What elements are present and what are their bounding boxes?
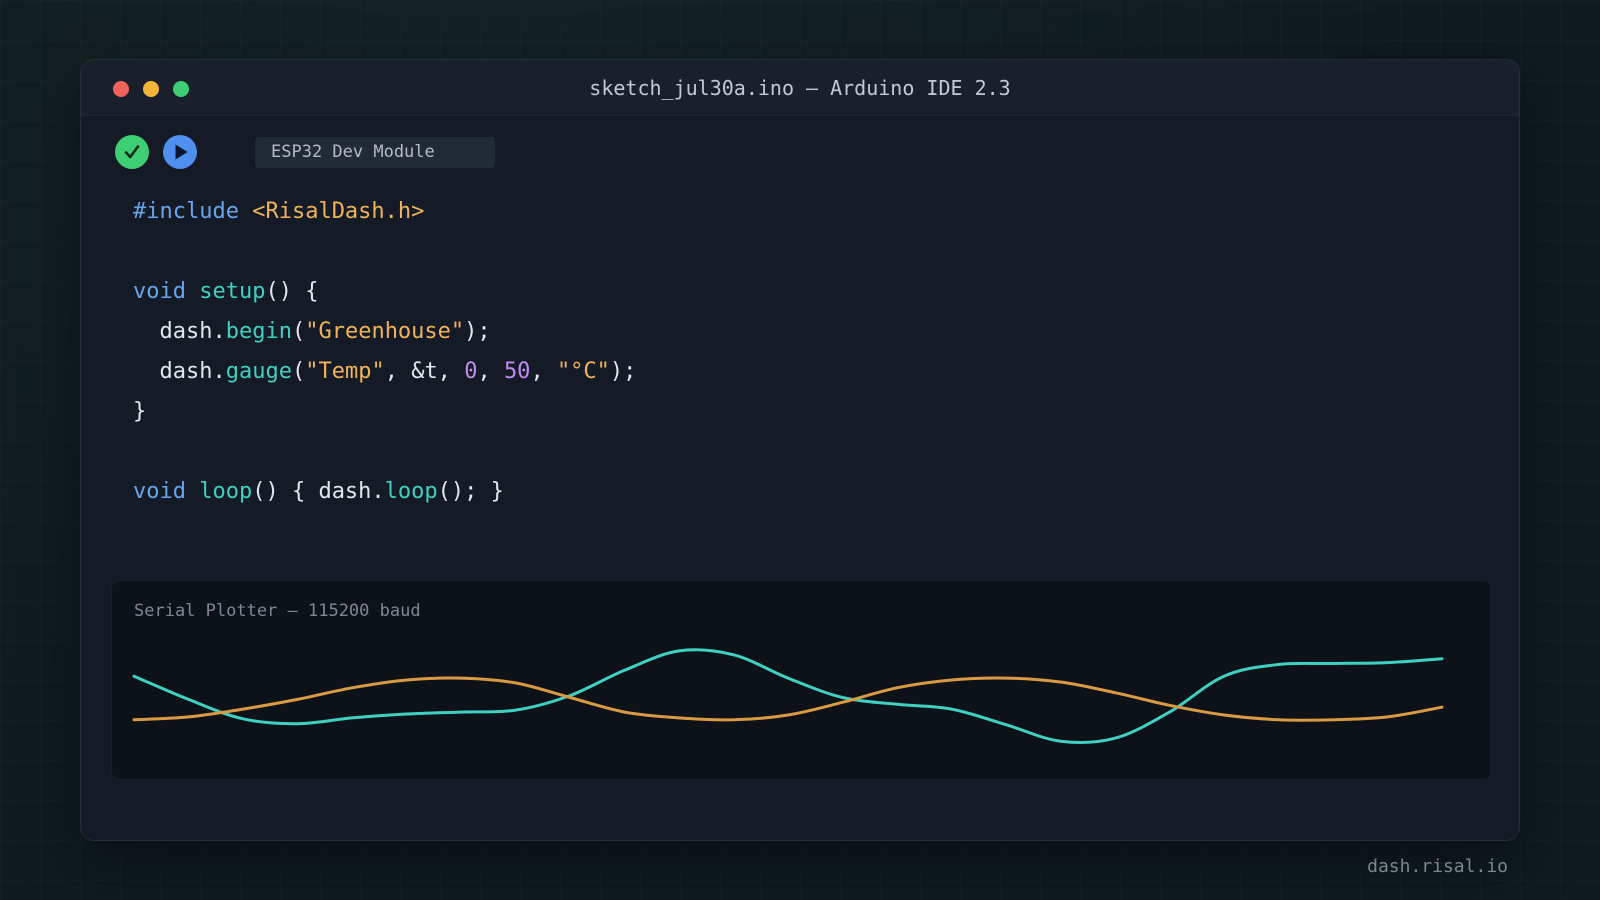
plot-series-line-2 <box>132 676 1444 722</box>
plot-area <box>132 648 1444 745</box>
footer-url: dash.risal.io <box>1367 856 1508 877</box>
ide-window: sketch_jul30a.ino — Arduino IDE 2.3 ESP3… <box>80 59 1520 841</box>
serial-plotter: Serial Plotter — 115200 baud <box>111 580 1491 780</box>
code-line-6: } <box>133 399 147 424</box>
code-editor[interactable]: #include <RisalDash.h> void setup() { da… <box>133 192 636 512</box>
code-line-1: #include <RisalDash.h> <box>133 199 425 224</box>
code-line-3: void setup() { <box>133 279 319 304</box>
upload-button[interactable] <box>163 135 197 169</box>
title-bar: sketch_jul30a.ino — Arduino IDE 2.3 <box>81 60 1519 116</box>
verify-button[interactable] <box>115 135 149 169</box>
checkmark-icon <box>124 145 140 159</box>
window-title: sketch_jul30a.ino — Arduino IDE 2.3 <box>589 76 1011 100</box>
code-line-8: void loop() { dash.loop(); } <box>133 479 504 504</box>
play-arrow-icon <box>175 144 188 160</box>
code-line-5: dash.gauge("Temp", &t, 0, 50, "°C"); <box>159 359 637 384</box>
plot-series-line-1 <box>132 648 1444 745</box>
code-line-4: dash.begin("Greenhouse"); <box>159 319 491 344</box>
board-selector[interactable]: ESP32 Dev Module <box>255 137 495 168</box>
